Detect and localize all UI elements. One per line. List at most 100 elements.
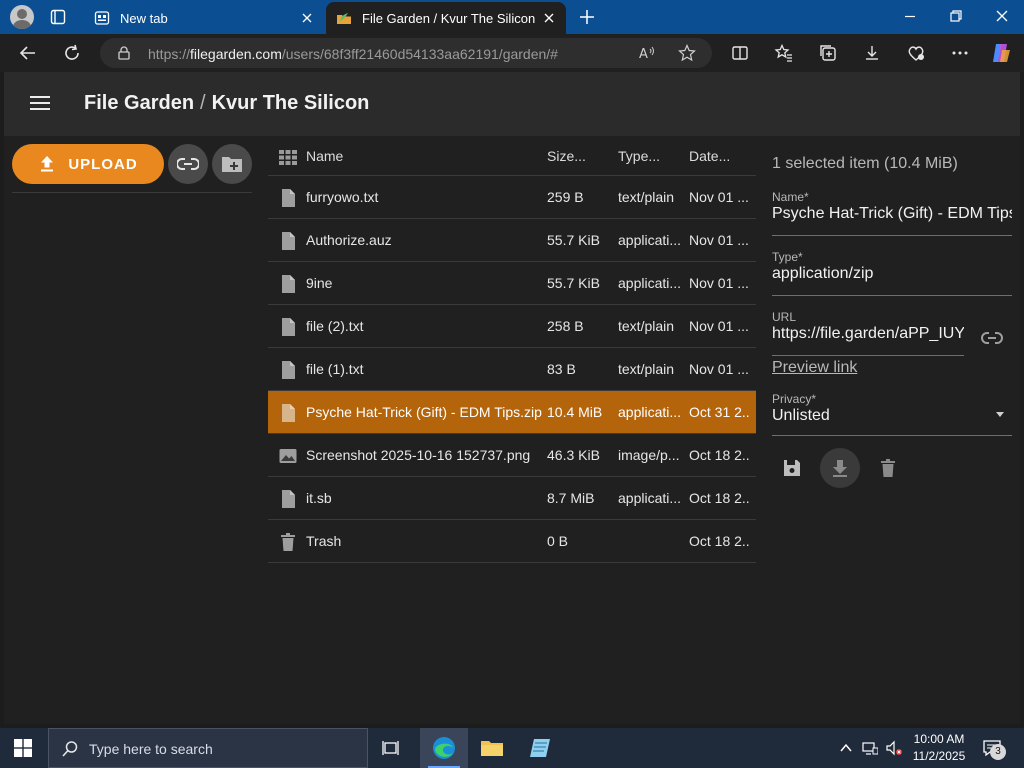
file-icon: [282, 275, 295, 293]
notepad-icon: [530, 739, 550, 757]
back-arrow-icon[interactable]: [18, 43, 38, 63]
taskbar-edge[interactable]: [420, 728, 468, 768]
clock-date: 11/2/2025: [912, 749, 966, 763]
file-size: 258 B: [547, 318, 584, 334]
split-screen-icon[interactable]: [730, 43, 750, 63]
file-type: applicati...: [618, 404, 682, 420]
task-view-icon: [382, 741, 399, 755]
tab-actions-icon[interactable]: [50, 9, 66, 25]
file-icon: [282, 232, 295, 250]
favorites-icon[interactable]: [774, 43, 794, 63]
address-bar[interactable]: https://filegarden.com/users/68f3ff21460…: [100, 38, 712, 68]
url-field-value[interactable]: https://file.garden/aPP_IUY: [772, 325, 964, 343]
table-row[interactable]: Authorize.auz 55.7 KiB applicati... Nov …: [268, 219, 756, 262]
tab-file-garden[interactable]: File Garden / Kvur The Silicon: [326, 2, 566, 34]
url-host: filegarden.com: [190, 46, 282, 62]
name-field[interactable]: Name* Psyche Hat-Trick (Gift) - EDM Tips…: [772, 190, 1012, 236]
more-options-icon[interactable]: [950, 43, 970, 63]
browser-tab-strip: New tab File Garden / Kvur The Silicon: [0, 0, 1024, 34]
privacy-select[interactable]: Privacy* Unlisted: [772, 392, 1012, 436]
save-icon: [784, 460, 800, 476]
minimize-window-icon[interactable]: [902, 8, 918, 24]
breadcrumb-user[interactable]: Kvur The Silicon: [212, 92, 370, 114]
app-name[interactable]: File Garden: [84, 92, 194, 114]
file-size: 55.7 KiB: [547, 275, 600, 291]
table-row[interactable]: it.sb 8.7 MiB applicati... Oct 18 2...: [268, 477, 756, 520]
chevron-up-icon[interactable]: [838, 740, 854, 756]
table-row[interactable]: file (1).txt 83 B text/plain Nov 01 ...: [268, 348, 756, 391]
file-icon: [282, 189, 295, 207]
privacy-field-value[interactable]: Unlisted: [772, 407, 1012, 425]
upload-button[interactable]: UPLOAD: [12, 144, 164, 184]
download-button[interactable]: [820, 448, 860, 488]
new-tab-plus-icon[interactable]: [578, 8, 596, 26]
preview-link[interactable]: Preview link: [772, 359, 857, 377]
volume-muted-icon[interactable]: [886, 740, 902, 756]
table-row[interactable]: Trash 0 B Oct 18 2...: [268, 520, 756, 563]
file-table: Name Size... Type... Date... furryowo.tx…: [268, 136, 756, 563]
url-field[interactable]: URL https://file.garden/aPP_IUY: [772, 310, 964, 356]
file-name: it.sb: [306, 490, 332, 506]
close-tab-icon[interactable]: [300, 11, 314, 25]
column-header-size[interactable]: Size...: [547, 148, 611, 164]
url-field-label: URL: [772, 310, 797, 324]
file-icon: [282, 318, 295, 336]
network-icon[interactable]: [862, 740, 878, 756]
task-view-button[interactable]: [368, 728, 416, 768]
breadcrumb-separator: /: [200, 92, 206, 114]
column-header-type[interactable]: Type...: [618, 148, 682, 164]
delete-button[interactable]: [868, 448, 908, 488]
collections-icon[interactable]: [818, 43, 838, 63]
save-button[interactable]: [772, 448, 812, 488]
dropdown-caret-icon[interactable]: [996, 412, 1004, 417]
favorite-star-icon[interactable]: [678, 44, 696, 62]
grid-view-icon[interactable]: [278, 147, 298, 167]
table-header: Name Size... Type... Date...: [268, 136, 756, 176]
new-folder-button[interactable]: [212, 144, 252, 184]
taskbar-file-explorer[interactable]: [468, 728, 516, 768]
file-name: furryowo.txt: [306, 189, 379, 205]
type-field[interactable]: Type* application/zip: [772, 250, 1012, 296]
table-row[interactable]: furryowo.txt 259 B text/plain Nov 01 ...: [268, 176, 756, 219]
tab-new-tab[interactable]: New tab: [84, 2, 324, 34]
lock-icon[interactable]: [116, 45, 132, 61]
file-size: 0 B: [547, 533, 569, 549]
profile-avatar-icon[interactable]: [10, 5, 34, 29]
add-link-button[interactable]: [168, 144, 208, 184]
column-header-name[interactable]: Name: [306, 148, 542, 164]
hamburger-menu-icon[interactable]: [30, 94, 50, 112]
close-tab-icon[interactable]: [542, 11, 556, 25]
downloads-icon[interactable]: [862, 43, 882, 63]
copy-link-icon[interactable]: [980, 326, 1004, 350]
file-icon: [282, 361, 295, 379]
type-field-label: Type*: [772, 250, 803, 264]
windows-start-icon[interactable]: [14, 739, 32, 757]
column-header-date[interactable]: Date...: [689, 148, 751, 164]
url-text[interactable]: https://filegarden.com/users/68f3ff21460…: [148, 46, 558, 62]
table-row-selected[interactable]: Psyche Hat-Trick (Gift) - EDM Tips.zip 1…: [268, 391, 756, 434]
taskbar-clock[interactable]: 10:00 AM 11/2/2025: [906, 731, 972, 765]
taskbar-search-box[interactable]: Type here to search: [48, 728, 368, 768]
file-size: 46.3 KiB: [547, 447, 600, 463]
read-aloud-icon[interactable]: A: [638, 44, 656, 62]
refresh-icon[interactable]: [62, 43, 82, 63]
file-name: Screenshot 2025-10-16 152737.png: [306, 447, 531, 463]
clock-time: 10:00 AM: [913, 732, 965, 746]
table-row[interactable]: Screenshot 2025-10-16 152737.png 46.3 Ki…: [268, 434, 756, 477]
browser-essentials-icon[interactable]: [906, 43, 926, 63]
main-area: UPLOAD Name Size... Type... Date... furr…: [4, 136, 1020, 724]
image-icon: [279, 449, 297, 463]
link-icon: [177, 158, 199, 170]
file-size: 55.7 KiB: [547, 232, 600, 248]
copilot-icon[interactable]: [990, 42, 1012, 64]
name-field-value[interactable]: Psyche Hat-Trick (Gift) - EDM Tips.zip: [772, 205, 1012, 223]
taskbar-notepad[interactable]: [516, 728, 564, 768]
svg-text:A: A: [639, 47, 648, 62]
restore-window-icon[interactable]: [948, 8, 964, 24]
notification-count-badge: 3: [990, 744, 1006, 760]
type-field-value[interactable]: application/zip: [772, 265, 1012, 283]
table-row[interactable]: 9ine 55.7 KiB applicati... Nov 01 ...: [268, 262, 756, 305]
close-window-icon[interactable]: [994, 8, 1010, 24]
file-date: Nov 01 ...: [689, 361, 749, 377]
table-row[interactable]: file (2).txt 258 B text/plain Nov 01 ...: [268, 305, 756, 348]
